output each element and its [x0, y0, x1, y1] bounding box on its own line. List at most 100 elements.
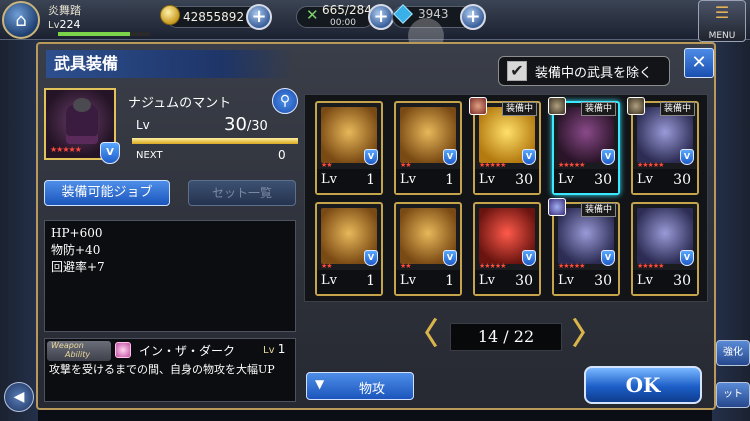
equipped-character-avatar: [548, 97, 566, 115]
equipment-card[interactable]: ★★★★★ V Lv 30: [631, 202, 699, 296]
page-indicator: 14 / 22: [450, 323, 562, 351]
ability-description: 攻撃を受けるまでの間、自身の物攻を大幅UP: [49, 363, 275, 376]
item-rarity-stars: ★★★★★: [50, 145, 82, 154]
equipped-badge: 装備中: [659, 102, 695, 116]
card-level: Lv 30: [475, 270, 539, 294]
item-level-value: 30/30: [224, 114, 268, 135]
magnifier-icon: ⚲: [279, 93, 291, 109]
menu-icon: ☰: [714, 3, 730, 22]
card-level: Lv 30: [475, 169, 539, 193]
sort-label: 物攻: [358, 382, 385, 397]
ok-button[interactable]: OK: [584, 366, 702, 404]
chevron-left-icon: 〈: [408, 317, 438, 352]
equipped-character-avatar: [469, 97, 487, 115]
previous-page-button[interactable]: 〈: [408, 320, 438, 350]
card-level: Lv 1: [396, 270, 460, 294]
equipment-card[interactable]: ★★★★★ V Lv 30: [473, 202, 541, 296]
close-button[interactable]: ✕: [684, 48, 714, 78]
enhance-side-button[interactable]: 強化: [716, 340, 750, 366]
card-rarity-stars: ★★★★★: [558, 161, 585, 169]
armor-type-shield-icon: V: [680, 149, 694, 165]
player-level: Lv224: [48, 18, 81, 31]
equipment-card[interactable]: ★★★★★ V Lv 30 装備中: [548, 198, 620, 296]
armor-type-shield-icon: V: [364, 149, 378, 165]
card-rarity-stars: ★★: [321, 262, 333, 270]
back-button[interactable]: ◀: [4, 382, 34, 412]
equipment-card[interactable]: ★★★★★ V Lv 30 装備中: [469, 97, 541, 195]
equipment-card[interactable]: ★★ V Lv 1: [315, 101, 383, 195]
card-rarity-stars: ★★: [400, 161, 412, 169]
chevron-right-icon: 〉: [572, 317, 602, 352]
equipment-card[interactable]: ★★ V Lv 1: [315, 202, 383, 296]
sort-button[interactable]: ▼ 物攻: [306, 372, 414, 400]
item-level-bar: [132, 138, 298, 144]
armor-type-shield-icon: V: [364, 250, 378, 266]
armor-type-shield-icon: V: [522, 149, 536, 165]
set-list-button[interactable]: セット一覧: [188, 180, 296, 206]
next-page-button[interactable]: 〉: [572, 320, 602, 350]
equipped-character-avatar: [627, 97, 645, 115]
next-exp-value: 0: [278, 148, 286, 162]
exclude-equipped-label: 装備中の武具を除く: [535, 65, 653, 81]
armor-type-shield-icon: V: [443, 250, 457, 266]
stat-line: HP+600: [51, 226, 103, 240]
exp-bar: [58, 32, 150, 36]
item-stats-box: HP+600 物防+40 回避率+7: [44, 220, 296, 332]
home-button[interactable]: ⌂: [2, 1, 40, 39]
card-level: Lv 30: [633, 169, 697, 193]
add-stamina-button[interactable]: +: [368, 4, 394, 30]
card-rarity-stars: ★★★★★: [637, 161, 664, 169]
armor-type-shield-icon: V: [100, 142, 120, 164]
equipment-card[interactable]: ★★★★★ V Lv 30 装備中: [548, 97, 620, 195]
armor-type-shield-icon: V: [522, 250, 536, 266]
equipment-modal: 武具装備 ✔ 装備中の武具を除く ✕ ★★★★★ V ナジュムのマント ⚲ Lv…: [36, 42, 716, 410]
equipped-badge: 装備中: [501, 102, 537, 116]
equipment-card[interactable]: ★★ V Lv 1: [394, 101, 462, 195]
card-level: Lv 30: [554, 270, 618, 294]
card-level: Lv 30: [554, 169, 618, 193]
exclude-equipped-toggle[interactable]: ✔ 装備中の武具を除く: [498, 56, 670, 86]
stamina-value: 665/284: [322, 3, 372, 17]
menu-button[interactable]: ☰ MENU: [698, 0, 746, 42]
ability-name: イン・ザ・ダーク: [139, 344, 236, 358]
stamina-icon: ✕: [306, 6, 319, 24]
equipment-card[interactable]: ★★★★★ V Lv 30 装備中: [627, 97, 699, 195]
weapon-ability-box: Weapon Ability イン・ザ・ダーク Lv 1 攻撃を受けるまでの間、…: [44, 338, 296, 402]
add-gem-button[interactable]: +: [460, 4, 486, 30]
next-exp-label: NEXT: [136, 150, 163, 161]
home-icon: ⌂: [15, 9, 27, 31]
equipment-card[interactable]: ★★ V Lv 1: [394, 202, 462, 296]
card-rarity-stars: ★★★★★: [558, 262, 585, 270]
equippable-jobs-button[interactable]: 装備可能ジョブ: [44, 180, 170, 206]
stamina-timer: 00:00: [330, 18, 356, 28]
ability-burst-icon: [115, 342, 131, 358]
stat-line: 回避率+7: [51, 260, 105, 274]
armor-type-shield-icon: V: [680, 250, 694, 266]
exclude-equipped-checkbox[interactable]: ✔: [507, 61, 527, 81]
item-detail-button[interactable]: ⚲: [272, 88, 298, 114]
close-icon: ✕: [691, 52, 707, 73]
add-gold-button[interactable]: +: [246, 4, 272, 30]
selected-item-panel: ★★★★★ V ナジュムのマント ⚲ Lv 30/30 NEXT 0: [44, 88, 298, 186]
equipment-grid: ★★ V Lv 1 ★★ V Lv 1 ★★★★★ V Lv 30 装備中 ★★★★★ V Lv 30 装備中 ★★…: [304, 94, 708, 302]
status-bar: ⌂ 炎舞踏 Lv224 42855892 + ✕ 665/284 00:00 +…: [0, 0, 750, 42]
modal-title: 武具装備: [46, 50, 296, 78]
item-level-label: Lv: [136, 118, 150, 132]
stat-line: 物防+40: [51, 243, 101, 257]
armor-type-shield-icon: V: [443, 149, 457, 165]
card-rarity-stars: ★★★★★: [479, 262, 506, 270]
card-rarity-stars: ★★: [400, 262, 412, 270]
card-level: Lv 1: [317, 169, 381, 193]
set-side-button[interactable]: ット: [716, 382, 750, 408]
armor-type-shield-icon: V: [601, 149, 615, 165]
ability-level: Lv 1: [263, 342, 286, 356]
game-screen: ◀ 強化 ット ⌂ 炎舞踏 Lv224 42855892 + ✕ 665/284…: [0, 0, 750, 421]
gold-coin-icon: [160, 5, 180, 25]
exp-bar-fill: [58, 32, 130, 36]
item-level-bar-fill: [132, 138, 298, 144]
armor-type-shield-icon: V: [601, 250, 615, 266]
card-level: Lv 1: [396, 169, 460, 193]
background-left-panel: [0, 40, 38, 421]
equipped-badge: 装備中: [580, 203, 616, 217]
chevron-down-icon: ▼: [315, 377, 325, 391]
